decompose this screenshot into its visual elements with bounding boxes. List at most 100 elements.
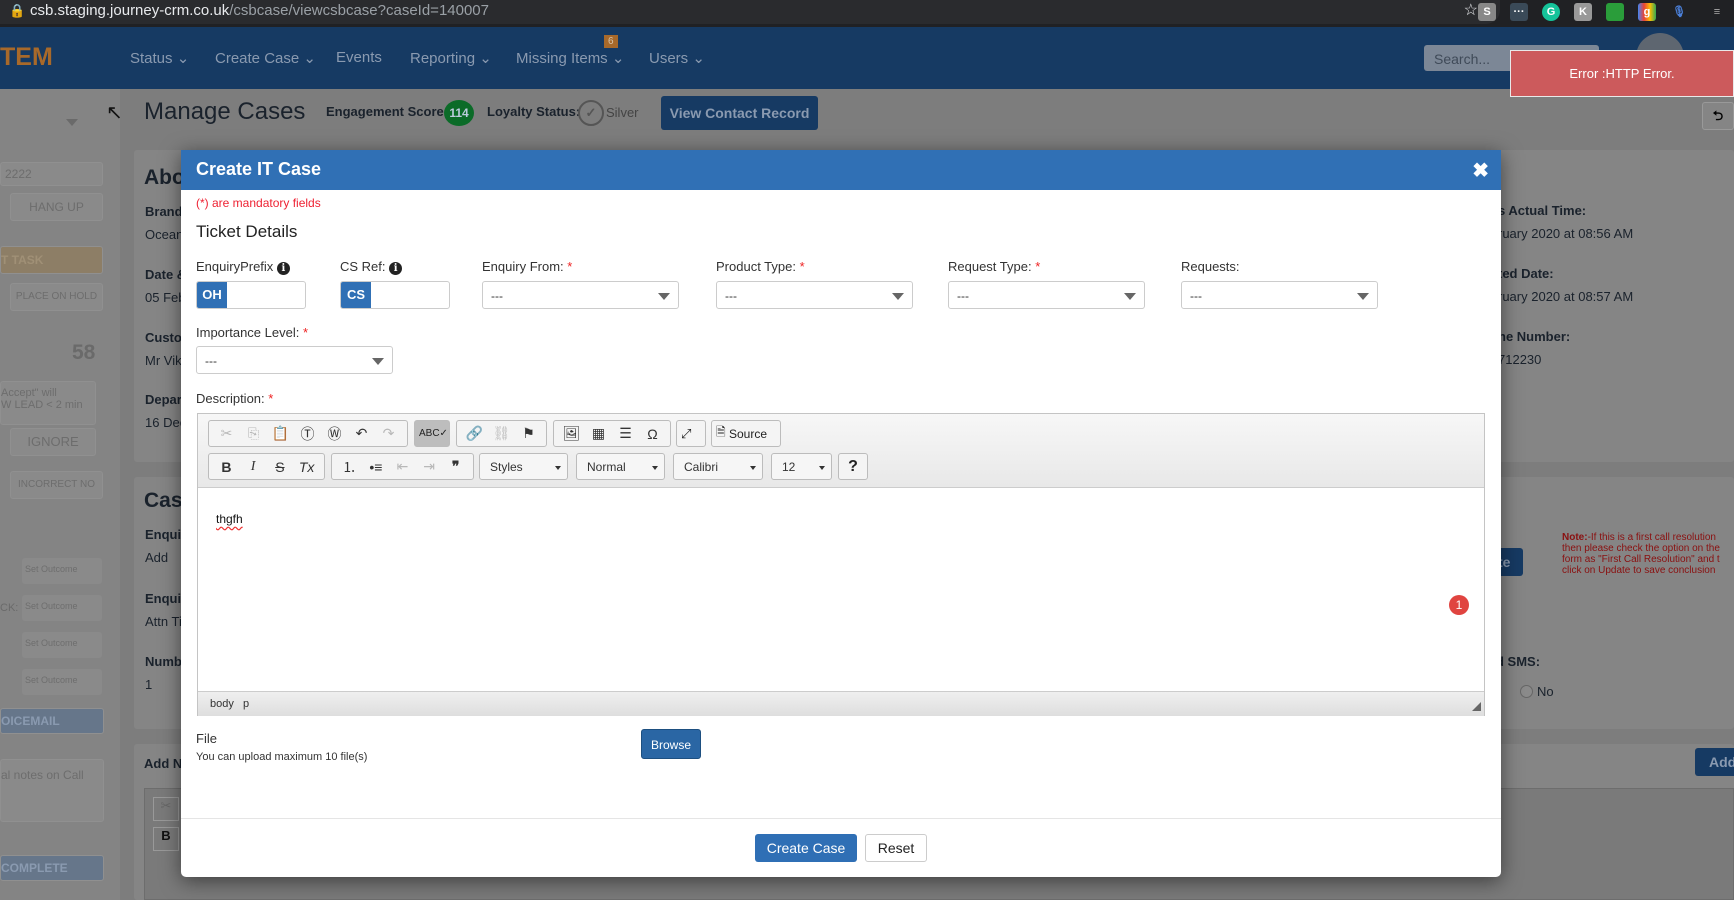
copy-icon[interactable]: ⎘ — [240, 425, 267, 442]
voicemail-button[interactable]: OICEMAIL — [0, 708, 104, 734]
strike-icon[interactable]: S — [267, 459, 294, 475]
dropdown-caret-icon — [892, 293, 904, 300]
add-note-button[interactable]: Add — [1695, 748, 1734, 776]
bullet-list-icon[interactable]: •≡ — [363, 459, 390, 475]
link-icon[interactable]: 🔗 — [461, 425, 488, 442]
spellcheck-icon[interactable]: ABC✓ — [414, 420, 450, 447]
request-type-select[interactable]: --- — [948, 281, 1145, 309]
logo[interactable]: TEM — [0, 43, 53, 72]
image-icon[interactable]: 🖼 — [558, 425, 585, 442]
resize-handle-icon[interactable] — [1472, 702, 1481, 711]
format-dropdown[interactable]: Normal — [576, 453, 665, 480]
maximize-icon[interactable]: ⤢ — [676, 420, 706, 447]
avg-icon[interactable] — [1606, 3, 1624, 21]
styles-dropdown[interactable]: Styles — [479, 453, 568, 480]
remove-format-icon[interactable]: Tx — [293, 459, 320, 475]
incorrect-number-button[interactable]: INCORRECT NO — [10, 471, 103, 499]
unlink-icon[interactable]: ⛓ — [488, 425, 515, 442]
nav-reporting[interactable]: Reporting ⌄ — [410, 49, 492, 67]
view-contact-record-button[interactable]: View Contact Record — [661, 96, 818, 130]
extension-field[interactable]: 2222 — [0, 162, 103, 186]
created-date-label: ted Date: — [1498, 266, 1554, 281]
indent-icon[interactable]: ⇥ — [416, 458, 443, 475]
product-type-select[interactable]: --- — [716, 281, 913, 309]
editor-toolbar: ✂ ⎘ 📋 Ⓣ Ⓦ ↶ ↷ ABC✓ 🔗 ⛓ ⚑ 🖼 ▦ ☰ Ω ⤢ 🗎 Source B I S Tx ⒈… — [198, 414, 1484, 488]
special-char-icon[interactable]: Ω — [639, 426, 666, 442]
redo-icon[interactable]: ↷ — [375, 425, 402, 442]
back-arrow-icon[interactable]: ⮌ — [1702, 102, 1734, 130]
chevron-down-icon[interactable] — [66, 119, 78, 126]
path-p[interactable]: p — [243, 698, 249, 710]
outcome-select[interactable]: Set Outcome — [22, 595, 102, 621]
blockquote-icon[interactable]: ❞ — [442, 458, 469, 475]
grammarly-icon[interactable]: G — [1542, 3, 1560, 21]
hold-button[interactable]: PLACE ON HOLD — [10, 283, 103, 311]
bold-icon[interactable]: B — [213, 459, 240, 475]
importance-select[interactable]: --- — [196, 346, 393, 374]
more-icon[interactable]: ··· — [1510, 3, 1528, 21]
skype-icon[interactable]: S — [1478, 3, 1496, 21]
paste-text-icon[interactable]: Ⓣ — [294, 424, 321, 444]
link-group: 🔗 ⛓ ⚑ — [456, 420, 547, 447]
task-button[interactable]: T TASK — [0, 246, 103, 274]
browse-button[interactable]: Browse — [641, 729, 701, 759]
outcome-select[interactable]: Set Outcome — [22, 632, 102, 658]
nav-users[interactable]: Users ⌄ — [649, 49, 705, 67]
google-icon[interactable]: g — [1638, 3, 1656, 21]
nav-events[interactable]: Events — [336, 49, 382, 66]
cs-ref-input[interactable]: CS — [340, 281, 450, 309]
reset-button[interactable]: Reset — [865, 834, 927, 862]
nav-missing-items[interactable]: Missing Items ⌄ — [516, 49, 624, 67]
complete-button[interactable]: COMPLETE — [0, 855, 104, 881]
info-icon[interactable]: i — [276, 262, 290, 275]
undo-icon[interactable]: ↶ — [348, 425, 375, 442]
note-line: click on Update to save conclusion — [1562, 565, 1716, 576]
label-text: Description: — [196, 391, 265, 406]
grammar-count-badge[interactable]: 1 — [1449, 595, 1469, 615]
italic-icon[interactable]: I — [240, 459, 267, 475]
nav-status[interactable]: Status ⌄ — [130, 49, 189, 67]
cut-icon[interactable]: ✂ — [213, 425, 240, 442]
loyalty-label: Loyalty Status: — [487, 104, 581, 119]
enquiry-from-select[interactable]: --- — [482, 281, 679, 309]
anchor-flag-icon[interactable]: ⚑ — [515, 425, 542, 442]
bold-icon[interactable]: B — [153, 827, 179, 851]
modal-header: Create IT Case ✖ — [181, 150, 1501, 190]
mic-icon[interactable]: 🎙 — [1670, 3, 1688, 21]
close-icon[interactable]: ✖ — [1472, 158, 1489, 183]
font-dropdown[interactable]: Calibri — [673, 453, 763, 480]
numbered-list-icon[interactable]: ⒈ — [336, 457, 363, 477]
enquiry-prefix-input[interactable]: OH — [196, 281, 306, 309]
file-hint: You can upload maximum 10 file(s) — [196, 751, 368, 763]
enquiry2-value: Attn Ti — [145, 614, 182, 629]
requests-select[interactable]: --- — [1181, 281, 1378, 309]
table-icon[interactable]: ▦ — [585, 425, 612, 442]
k-icon[interactable]: K — [1574, 3, 1592, 21]
outcome-select[interactable]: Set Outcome — [22, 558, 102, 584]
nav-create-case[interactable]: Create Case ⌄ — [215, 49, 316, 67]
create-case-button[interactable]: Create Case — [755, 834, 857, 862]
bookmark-star-icon[interactable]: ☆ — [1464, 0, 1478, 22]
path-body[interactable]: body — [210, 698, 234, 710]
font-size-dropdown[interactable]: 12 — [771, 453, 832, 480]
outcome-select[interactable]: Set Outcome — [22, 669, 102, 695]
ignore-button[interactable]: IGNORE — [10, 428, 96, 456]
horizontal-line-icon[interactable]: ☰ — [612, 425, 639, 442]
paste-icon[interactable]: 📋 — [267, 425, 294, 442]
basic-styles-group: B I S Tx — [208, 453, 325, 480]
source-button[interactable]: 🗎 Source — [711, 420, 781, 447]
about-title: Abo — [144, 166, 185, 189]
address-bar[interactable]: 🔒 csb.staging.journey-crm.co.uk/csbcase/… — [0, 0, 1500, 24]
sms-no-radio[interactable] — [1520, 685, 1533, 698]
paste-word-icon[interactable]: Ⓦ — [321, 424, 348, 444]
info-icon[interactable]: i — [389, 262, 403, 275]
media-icon[interactable]: ≡ — [1708, 3, 1726, 21]
hang-up-button[interactable]: HANG UP — [10, 193, 103, 221]
importance-label: Importance Level: * — [196, 325, 308, 340]
call-notes-input[interactable]: al notes on Call — [0, 759, 104, 822]
help-icon[interactable]: ? — [838, 453, 868, 480]
description-content[interactable]: thgfh — [216, 512, 243, 526]
cut-icon[interactable]: ✂ — [153, 797, 179, 821]
select-value: --- — [725, 289, 737, 303]
outdent-icon[interactable]: ⇤ — [389, 458, 416, 475]
